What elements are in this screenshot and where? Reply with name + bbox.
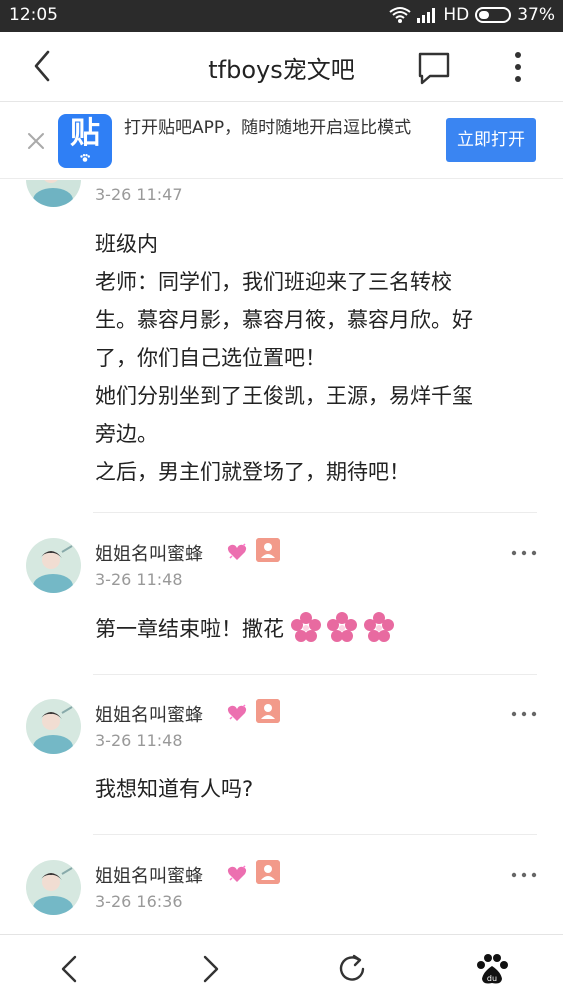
avatar[interactable] [26,860,81,915]
post-username[interactable]: 姐姐名叫蜜蜂 [95,540,203,566]
paw-icon [80,154,90,162]
post-text: 第一章结束啦！撒花 [95,617,284,641]
divider [93,512,537,513]
battery-icon [475,7,512,23]
post-username[interactable]: 姐姐名叫蜜蜂 [95,862,203,888]
bottom-navigation: du [0,934,563,1000]
battery-percent: 37% [517,5,555,25]
baidu-paw-icon[interactable]: du [472,949,512,989]
top-header: tfboys宠文吧 [0,32,563,102]
post-timestamp: 3-26 11:48 [95,731,183,750]
svg-text:du: du [487,974,497,983]
cherry-blossom-icon [364,612,395,642]
user-badge-icon [256,538,280,562]
thread-content: 3-26 11:47 班级内 老师：同学们，我们班迎来了三名转校 生。慕容月影，… [0,180,563,934]
divider [93,834,537,835]
more-vertical-icon[interactable] [498,46,538,90]
sparkling-heart-icon [227,704,247,721]
status-indicators: HD 37% [389,5,555,25]
post-line: 了，你们自己选位置吧！ [95,346,326,370]
post-username[interactable]: 姐姐名叫蜜蜂 [95,701,203,727]
avatar[interactable] [26,699,81,754]
app-promo-banner: 贴 打开贴吧APP，随时随地开启逗比模式 立即打开 [0,103,563,179]
sparkling-heart-icon [227,543,247,560]
post-timestamp: 3-26 11:47 [95,185,183,204]
forward-icon[interactable] [190,949,230,989]
comment-icon[interactable] [412,46,456,90]
page-title: tfboys宠文吧 [208,56,355,84]
more-horizontal-icon[interactable] [510,548,538,558]
post-line: 之后，男主们就登场了，期待吧！ [95,460,410,484]
tieba-logo-glyph: 贴 [70,116,100,151]
signal-icon [417,8,436,23]
divider [93,674,537,675]
user-badge-icon [256,860,280,884]
post-body: 第一章结束啦！撒花 [95,610,395,648]
status-time: 12:05 [9,5,58,25]
status-bar: 12:05 HD 37% [0,0,563,32]
open-app-button[interactable]: 立即打开 [446,118,536,162]
post-line: 生。慕容月影，慕容月筱，慕容月欣。好 [95,308,473,332]
banner-message: 打开贴吧APP，随时随地开启逗比模式 [124,118,412,138]
post-timestamp: 3-26 11:48 [95,570,183,589]
network-label: HD [443,5,470,25]
refresh-icon[interactable] [332,949,372,989]
post-line: 老师：同学们，我们班迎来了三名转校 [95,270,452,294]
user-badge-icon [256,699,280,723]
post-line: 旁边。 [95,422,158,446]
post-line: 她们分别坐到了王俊凯，王源，易烊千玺 [95,384,473,408]
post-line: 班级内 [95,232,158,256]
avatar[interactable] [26,538,81,593]
post-item: 3-26 11:47 班级内 老师：同学们，我们班迎来了三名转校 生。慕容月影，… [0,180,563,514]
more-horizontal-icon[interactable] [510,870,538,880]
post-text: 我想知道有人吗? [95,777,254,801]
cherry-blossom-icon [290,612,321,642]
close-icon[interactable] [24,129,48,153]
sparkling-heart-icon [227,865,247,882]
post-body: 班级内 老师：同学们，我们班迎来了三名转校 生。慕容月影，慕容月筱，慕容月欣。好… [95,225,545,491]
more-horizontal-icon[interactable] [510,709,538,719]
avatar[interactable] [26,180,81,207]
wifi-icon [389,7,411,23]
post-timestamp: 3-26 16:36 [95,892,183,911]
tieba-logo: 贴 [58,114,112,168]
back-icon[interactable] [50,949,90,989]
cherry-blossom-icon [327,612,358,642]
